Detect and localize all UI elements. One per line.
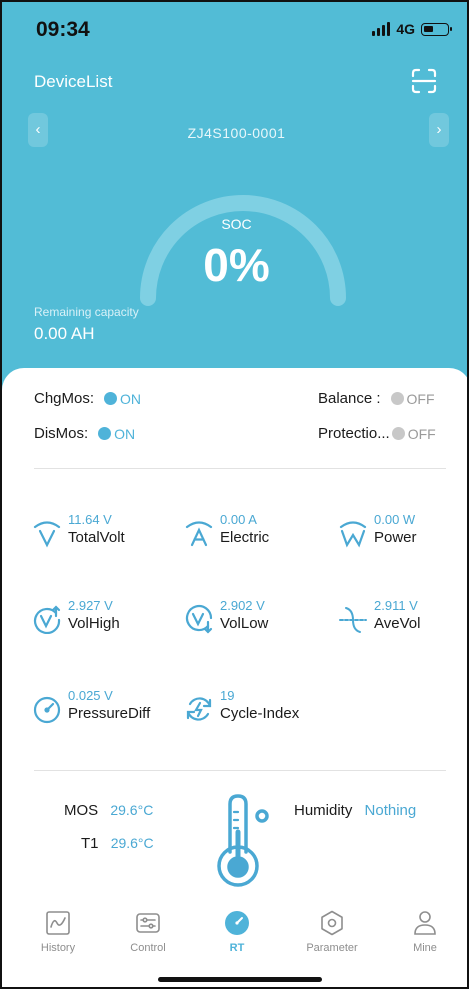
metric-ave-vol: 2.911 V AveVol — [338, 598, 420, 634]
tab-history-label: History — [40, 942, 76, 954]
vol-low-label: VolLow — [220, 615, 269, 632]
metric-total-volt: 11.64 V TotalVolt — [32, 512, 125, 548]
battery-icon — [421, 22, 452, 36]
device-name: ZJ4S100-0001 — [187, 125, 286, 141]
history-chart-icon — [46, 911, 70, 935]
pressure-diff-label: PressureDiff — [68, 705, 151, 722]
home-indicator[interactable] — [158, 977, 322, 982]
current-icon — [185, 521, 213, 547]
mos-temp-value: 29.6°C — [110, 802, 154, 818]
total-volt-value: 11.64 V — [68, 512, 112, 527]
chg-mos-label: ChgMos: — [34, 390, 95, 407]
mos-temp-label: MOS — [64, 802, 99, 819]
metric-electric: 0.00 A Electric — [184, 512, 269, 548]
thermometer-icon — [217, 794, 269, 887]
balance-label: Balance : — [318, 390, 381, 407]
chg-mos-row: ChgMos: ON — [34, 390, 141, 407]
parameter-hexagon-icon — [321, 910, 343, 936]
balance-state: OFF — [406, 390, 435, 407]
app-screen: 09:34 4G DeviceList ‹ ZJ4S100-0001 › SOC — [0, 0, 469, 989]
status-bar: 09:34 4G — [32, 18, 452, 44]
realtime-gauge-icon — [225, 911, 249, 935]
network-type: 4G — [396, 21, 415, 37]
humidity-label: Humidity — [294, 802, 353, 819]
protection-toggle[interactable]: OFF — [391, 425, 436, 442]
gauge-icon — [33, 696, 61, 724]
protection-row: Protectio... OFF — [318, 425, 436, 442]
chg-mos-state: ON — [120, 390, 142, 407]
tab-control-label: Control — [130, 942, 166, 954]
power-icon — [339, 521, 367, 548]
tab-rt[interactable]: RT — [197, 910, 277, 954]
metric-power: 0.00 W Power — [338, 512, 417, 548]
electric-label: Electric — [220, 529, 270, 546]
metric-vol-low: 2.902 V VolLow — [184, 598, 268, 634]
remaining-capacity-value: 0.00 AH — [34, 324, 95, 343]
divider — [34, 770, 446, 771]
humidity-value: Nothing — [364, 802, 417, 819]
metric-cycle-index: 19 Cycle-Index — [184, 688, 299, 724]
tab-rt-label: RT — [229, 942, 245, 954]
chg-mos-toggle[interactable]: ON — [104, 391, 141, 407]
toggle-dot-icon — [98, 427, 112, 440]
cycle-icon — [186, 697, 212, 721]
control-sliders-icon — [136, 913, 160, 933]
cycle-index-value: 19 — [220, 688, 235, 703]
balance-toggle[interactable]: OFF — [390, 390, 435, 407]
tab-mine-label: Mine — [413, 942, 437, 954]
voltage-high-icon — [33, 605, 61, 634]
soc-label: SOC — [221, 216, 252, 232]
vol-low-value: 2.902 V — [220, 598, 265, 613]
device-list-title[interactable]: DeviceList — [34, 72, 112, 92]
voltage-icon — [33, 521, 61, 548]
pressure-diff-value: 0.025 V — [68, 688, 113, 703]
dis-mos-row: DisMos: ON — [34, 425, 135, 442]
dis-mos-label: DisMos: — [34, 425, 89, 442]
signal-icon — [372, 22, 391, 36]
vol-high-label: VolHigh — [68, 615, 120, 632]
ave-vol-label: AveVol — [374, 615, 421, 632]
power-value: 0.00 W — [374, 512, 416, 527]
chevron-right-icon[interactable]: › — [429, 113, 449, 147]
dis-mos-state: ON — [114, 425, 136, 442]
header-panel: 09:34 4G DeviceList ‹ ZJ4S100-0001 › SOC — [2, 2, 467, 402]
dis-mos-toggle[interactable]: ON — [98, 426, 135, 442]
divider — [34, 468, 446, 469]
protection-state: OFF — [407, 425, 436, 442]
status-time: 09:34 — [36, 18, 90, 41]
ave-vol-value: 2.911 V — [374, 598, 418, 613]
realtime-card — [2, 368, 467, 987]
tab-mine[interactable]: Mine — [385, 910, 465, 954]
toggle-dot-icon — [390, 392, 404, 405]
average-voltage-icon — [339, 607, 367, 633]
total-volt-label: TotalVolt — [68, 529, 125, 546]
toggle-dot-icon — [391, 427, 405, 440]
humidity-row: Humidity Nothing — [294, 802, 416, 819]
voltage-low-icon — [185, 604, 213, 634]
t1-temp-value: 29.6°C — [110, 835, 154, 851]
t1-temp-label: T1 — [81, 835, 99, 852]
cycle-index-label: Cycle-Index — [220, 705, 300, 722]
vol-high-value: 2.927 V — [68, 598, 113, 613]
status-right: 4G — [372, 21, 452, 37]
soc-value: 0% — [203, 239, 270, 291]
balance-row: Balance : OFF — [318, 390, 435, 407]
power-label: Power — [374, 529, 417, 546]
metric-vol-high: 2.927 V VolHigh — [32, 598, 120, 634]
toggle-dot-icon — [104, 392, 118, 405]
protection-label: Protectio... — [318, 425, 390, 442]
user-icon — [414, 911, 436, 935]
tab-control[interactable]: Control — [108, 910, 188, 954]
metric-pressure-diff: 0.025 V PressureDiff — [32, 688, 150, 724]
tab-parameter[interactable]: Parameter — [292, 910, 372, 954]
tab-parameter-label: Parameter — [306, 942, 358, 954]
electric-value: 0.00 A — [220, 512, 257, 527]
scan-icon[interactable] — [411, 68, 437, 94]
mos-temp-row: MOS 29.6°C — [64, 802, 153, 819]
tab-history[interactable]: History — [18, 910, 98, 954]
remaining-capacity-label: Remaining capacity — [34, 305, 139, 319]
t1-temp-row: T1 29.6°C — [81, 835, 154, 852]
